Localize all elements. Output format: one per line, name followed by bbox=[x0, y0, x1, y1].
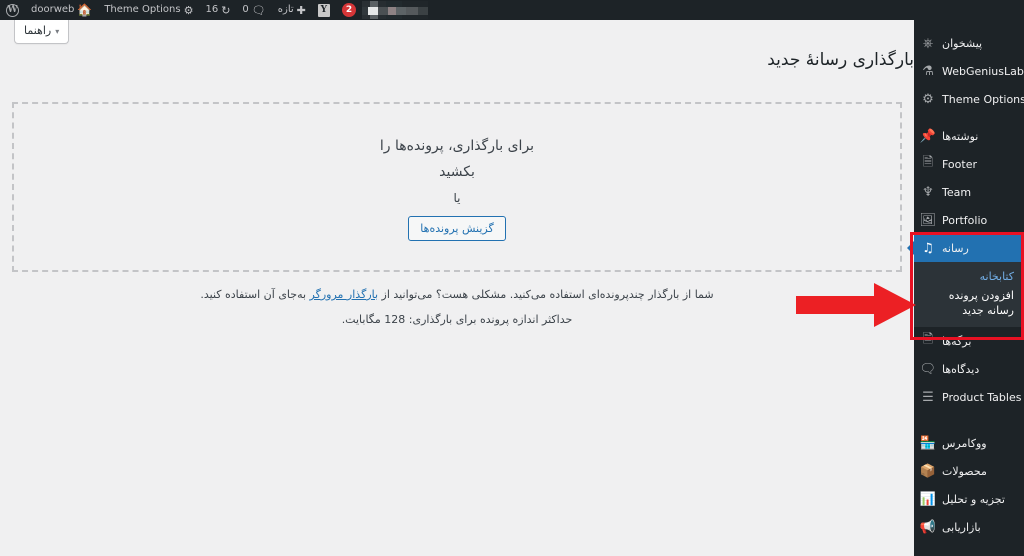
sidebar-item-label: ووکامرس bbox=[942, 436, 987, 450]
wordpress-admin-screen: W 🏠 doorweb ⚙ Theme Options ↻ 16 🗨 0 ✚ ت… bbox=[0, 0, 1024, 556]
dropzone-drag-text-line2: بکشید bbox=[439, 163, 475, 180]
sidebar-item-label: برگه‌ها bbox=[942, 334, 972, 348]
adminbar-yoast-seo[interactable]: Y bbox=[312, 0, 336, 20]
sidebar-item-label: Team bbox=[942, 185, 972, 199]
sidebar-item-posts[interactable]: 📌 نوشته‌ها bbox=[914, 122, 1024, 150]
users-group-icon: ♆ bbox=[922, 184, 934, 200]
sidebar-separator-1 bbox=[914, 113, 1024, 122]
sidebar-separator-2 bbox=[914, 411, 1024, 420]
adminbar-wordpress-logo[interactable]: W bbox=[0, 0, 25, 20]
help-tab-button[interactable]: ▾راهنما bbox=[14, 20, 70, 44]
sidebar-item-label: Product Tables bbox=[942, 390, 1022, 404]
sidebar-item-label: Portfolio bbox=[942, 213, 988, 227]
submenu-item-library[interactable]: کتابخانه bbox=[914, 267, 1024, 286]
adminbar-comments[interactable]: 🗨 0 bbox=[236, 0, 271, 20]
adminbar-site-name[interactable]: 🏠 doorweb bbox=[25, 0, 98, 20]
plus-icon: ✚ bbox=[296, 3, 306, 17]
dropzone-or-label: یا bbox=[453, 190, 461, 205]
analytics-bars-icon: 📊 bbox=[919, 491, 936, 507]
home-icon: 🏠 bbox=[77, 3, 93, 17]
multifile-notice-suffix: به‌جای آن استفاده کنید. bbox=[200, 288, 310, 301]
sidebar-item-label: Footer bbox=[942, 157, 977, 171]
adminbar-theme-options[interactable]: ⚙ Theme Options bbox=[98, 0, 199, 20]
update-icon: ↻ bbox=[221, 3, 231, 17]
comment-bubble-icon: 🗨 bbox=[919, 361, 936, 377]
adminbar-comments-count: 0 bbox=[242, 4, 249, 15]
adminbar-new-label: تازه bbox=[277, 4, 294, 15]
help-tab-label: راهنما bbox=[24, 24, 52, 37]
portfolio-image-icon: 🖼 bbox=[919, 212, 936, 228]
sidebar-separator-2b bbox=[914, 420, 1024, 429]
dropzone-drag-text-line1: برای بارگذاری، پرونده‌ها را bbox=[379, 137, 535, 154]
blurred-site-name-region bbox=[362, 1, 429, 19]
adminbar-new-content[interactable]: ✚ تازه bbox=[272, 0, 312, 20]
sidebar-item-comments[interactable]: 🗨 دیدگاه‌ها bbox=[914, 355, 1024, 383]
sidebar-item-label: بازاریابی bbox=[942, 520, 981, 534]
multifile-uploader-notice: شما از بارگذار چندپرونده‌ای استفاده می‌ک… bbox=[16, 282, 898, 307]
upload-notices: شما از بارگذار چندپرونده‌ای استفاده می‌ک… bbox=[16, 282, 898, 332]
wordpress-logo-icon: W bbox=[6, 3, 19, 17]
sidebar-item-marketing[interactable]: 📢 بازاریابی bbox=[914, 513, 1024, 541]
sidebar-item-label: محصولات bbox=[942, 464, 987, 478]
select-files-button[interactable]: گزینش پرونده‌ها bbox=[408, 215, 506, 241]
adminbar-site-name-label: doorweb bbox=[31, 4, 75, 15]
sidebar-item-theme-options[interactable]: ⚙ Theme Options bbox=[914, 85, 1024, 113]
sidebar-item-analytics[interactable]: 📊 تجزیه و تحلیل bbox=[914, 485, 1024, 513]
main-content-area: ▾راهنما بارگذاری رسانهٔ جدید برای بارگذا… bbox=[0, 20, 914, 556]
sidebar-item-label: دیدگاه‌ها bbox=[942, 362, 980, 376]
sidebar-item-label: نوشته‌ها bbox=[942, 129, 979, 143]
table-lines-icon: ☰ bbox=[922, 389, 934, 405]
submenu-item-add-new-media[interactable]: افزودن پرونده رسانه جدید bbox=[914, 286, 1024, 320]
media-music-icon: ♫ bbox=[922, 240, 934, 256]
products-box-icon: 📦 bbox=[919, 463, 936, 479]
sidebar-item-label: Theme Options bbox=[942, 92, 1024, 106]
flask-icon: ⚗ bbox=[922, 63, 934, 79]
megaphone-icon: 📢 bbox=[919, 519, 936, 535]
max-upload-size-notice: حداکثر اندازه پرونده برای بارگذاری: 128 … bbox=[341, 313, 573, 326]
sidebar-item-label: رسانه bbox=[942, 241, 969, 255]
woocommerce-icon: 🏪 bbox=[919, 435, 936, 451]
sidebar-item-label: تجزیه و تحلیل bbox=[942, 492, 1005, 506]
page-icon: 🗎 bbox=[922, 155, 934, 170]
media-upload-dropzone[interactable]: برای بارگذاری، پرونده‌ها را بکشید یا گزی… bbox=[12, 102, 902, 272]
sidebar-item-media[interactable]: ♫ رسانه bbox=[914, 234, 1024, 262]
sidebar-top-spacer bbox=[914, 20, 1024, 29]
browser-uploader-link[interactable]: بارگذار مرورگر bbox=[310, 288, 379, 301]
notifications-badge: 2 bbox=[341, 3, 357, 17]
sidebar-item-products[interactable]: 📦 محصولات bbox=[914, 457, 1024, 485]
adminbar-updates[interactable]: ↻ 16 bbox=[199, 0, 236, 20]
comment-bubble-icon: 🗨 bbox=[251, 3, 266, 17]
dashboard-gauge-icon: ⎈ bbox=[922, 35, 934, 51]
adminbar-updates-count: 16 bbox=[205, 4, 219, 15]
gear-icon: ⚙ bbox=[183, 3, 194, 17]
sidebar-item-label: WebGeniusLab bbox=[942, 64, 1024, 78]
chevron-down-icon: ▾ bbox=[55, 27, 60, 36]
page-title: بارگذاری رسانهٔ جدید bbox=[767, 50, 914, 70]
admin-sidebar-menu: ⎈ پیشخوان ⚗ WebGeniusLab ⚙ Theme Options… bbox=[914, 20, 1024, 556]
sidebar-item-portfolio[interactable]: 🖼 Portfolio bbox=[914, 206, 1024, 234]
multifile-notice-prefix: شما از بارگذار چندپرونده‌ای استفاده می‌ک… bbox=[378, 288, 714, 301]
gear-icon: ⚙ bbox=[922, 91, 934, 107]
sidebar-item-label: پیشخوان bbox=[942, 36, 983, 50]
sidebar-item-team[interactable]: ♆ Team bbox=[914, 178, 1024, 206]
sidebar-item-pages[interactable]: 🗎 برگه‌ها bbox=[914, 327, 1024, 355]
media-submenu: کتابخانه افزودن پرونده رسانه جدید bbox=[914, 262, 1024, 327]
sidebar-item-dashboard[interactable]: ⎈ پیشخوان bbox=[914, 29, 1024, 57]
adminbar-notifications[interactable]: 2 bbox=[336, 0, 362, 20]
adminbar-theme-options-label: Theme Options bbox=[104, 4, 181, 15]
admin-bar: W 🏠 doorweb ⚙ Theme Options ↻ 16 🗨 0 ✚ ت… bbox=[0, 0, 1024, 20]
pin-icon: 📌 bbox=[919, 128, 936, 144]
yoast-seo-icon: Y bbox=[317, 3, 330, 17]
sidebar-item-webgeniuslab[interactable]: ⚗ WebGeniusLab bbox=[914, 57, 1024, 85]
sidebar-item-footer[interactable]: 🗎 Footer bbox=[914, 150, 1024, 178]
sidebar-item-woocommerce[interactable]: 🏪 ووکامرس bbox=[914, 429, 1024, 457]
pages-icon: 🗎 bbox=[922, 332, 934, 347]
sidebar-item-product-tables[interactable]: ☰ Product Tables bbox=[914, 383, 1024, 411]
